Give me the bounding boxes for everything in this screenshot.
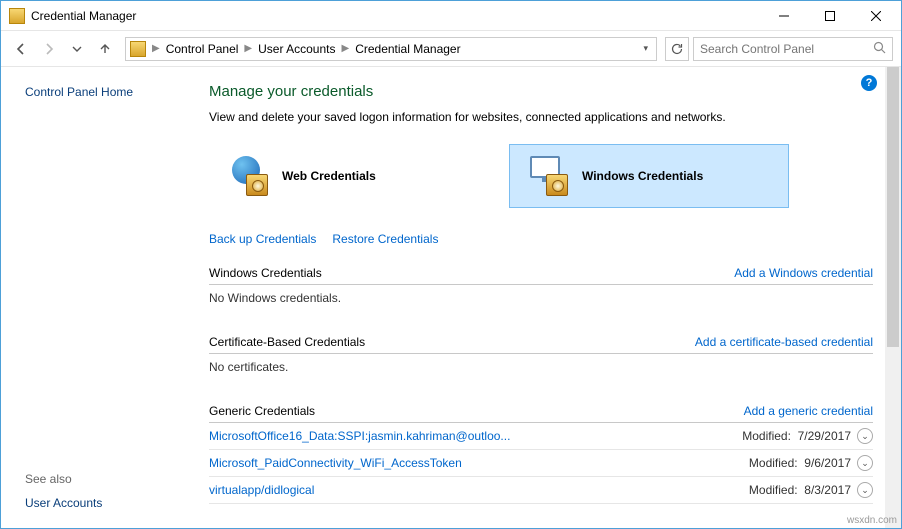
modified-label: Modified: 7/29/2017 bbox=[742, 429, 851, 443]
windows-credentials-tab[interactable]: Windows Credentials bbox=[509, 144, 789, 208]
close-button[interactable] bbox=[853, 1, 899, 31]
add-certificate-credential-link[interactable]: Add a certificate-based credential bbox=[695, 335, 873, 349]
credential-name[interactable]: MicrosoftOffice16_Data:SSPI:jasmin.kahri… bbox=[209, 429, 742, 443]
generic-credentials-section: Generic Credentials Add a generic creden… bbox=[209, 400, 873, 504]
sidebar: Control Panel Home See also User Account… bbox=[1, 67, 201, 528]
credential-row[interactable]: Microsoft_PaidConnectivity_WiFi_AccessTo… bbox=[209, 450, 873, 477]
certificate-credentials-section: Certificate-Based Credentials Add a cert… bbox=[209, 331, 873, 388]
web-credentials-tab[interactable]: Web Credentials bbox=[209, 144, 489, 208]
modified-label: Modified: 9/6/2017 bbox=[749, 456, 851, 470]
section-title: Generic Credentials bbox=[209, 404, 315, 418]
breadcrumb-level1[interactable]: User Accounts bbox=[254, 42, 339, 56]
address-bar[interactable]: ▶ Control Panel ▶ User Accounts ▶ Creden… bbox=[125, 37, 657, 61]
control-panel-icon bbox=[130, 41, 146, 57]
chevron-down-icon[interactable]: ⌄ bbox=[857, 455, 873, 471]
watermark: wsxdn.com bbox=[847, 515, 897, 526]
page-title: Manage your credentials bbox=[209, 83, 873, 100]
windows-credentials-section: Windows Credentials Add a Windows creden… bbox=[209, 262, 873, 319]
web-credentials-label: Web Credentials bbox=[282, 169, 376, 183]
section-title: Windows Credentials bbox=[209, 266, 322, 280]
minimize-button[interactable] bbox=[761, 1, 807, 31]
add-windows-credential-link[interactable]: Add a Windows credential bbox=[734, 266, 873, 280]
user-accounts-link[interactable]: User Accounts bbox=[25, 496, 102, 510]
chevron-down-icon[interactable]: ⌄ bbox=[857, 428, 873, 444]
window-title: Credential Manager bbox=[31, 9, 761, 23]
windows-credentials-icon bbox=[528, 156, 568, 196]
web-credentials-icon bbox=[228, 156, 268, 196]
modified-label: Modified: 8/3/2017 bbox=[749, 483, 851, 497]
breadcrumb-level2[interactable]: Credential Manager bbox=[351, 42, 464, 56]
refresh-button[interactable] bbox=[665, 37, 689, 61]
scrollbar-thumb[interactable] bbox=[887, 67, 899, 347]
nav-bar: ▶ Control Panel ▶ User Accounts ▶ Creden… bbox=[1, 31, 901, 67]
chevron-right-icon[interactable]: ▶ bbox=[150, 43, 162, 54]
title-bar: Credential Manager bbox=[1, 1, 901, 31]
see-also-label: See also bbox=[25, 472, 102, 486]
chevron-right-icon[interactable]: ▶ bbox=[340, 43, 352, 54]
section-empty-text: No Windows credentials. bbox=[209, 285, 873, 319]
search-box[interactable] bbox=[693, 37, 893, 61]
section-empty-text: No certificates. bbox=[209, 354, 873, 388]
restore-credentials-link[interactable]: Restore Credentials bbox=[332, 232, 438, 246]
help-icon[interactable]: ? bbox=[861, 75, 877, 91]
windows-credentials-label: Windows Credentials bbox=[582, 169, 703, 183]
credential-name[interactable]: Microsoft_PaidConnectivity_WiFi_AccessTo… bbox=[209, 456, 749, 470]
up-button[interactable] bbox=[93, 37, 117, 61]
credential-name[interactable]: virtualapp/didlogical bbox=[209, 483, 749, 497]
vertical-scrollbar[interactable] bbox=[885, 67, 901, 528]
chevron-right-icon[interactable]: ▶ bbox=[242, 43, 254, 54]
address-dropdown-icon[interactable]: ▾ bbox=[639, 43, 652, 54]
forward-button[interactable] bbox=[37, 37, 61, 61]
maximize-button[interactable] bbox=[807, 1, 853, 31]
app-icon bbox=[9, 8, 25, 24]
backup-credentials-link[interactable]: Back up Credentials bbox=[209, 232, 316, 246]
search-icon[interactable] bbox=[873, 41, 886, 57]
control-panel-home-link[interactable]: Control Panel Home bbox=[25, 85, 189, 99]
chevron-down-icon[interactable]: ⌄ bbox=[857, 482, 873, 498]
add-generic-credential-link[interactable]: Add a generic credential bbox=[744, 404, 873, 418]
page-description: View and delete your saved logon informa… bbox=[209, 110, 873, 124]
main-content: Manage your credentials View and delete … bbox=[201, 67, 901, 528]
recent-locations-button[interactable] bbox=[65, 37, 89, 61]
credential-row[interactable]: virtualapp/didlogicalModified: 8/3/2017 ⌄ bbox=[209, 477, 873, 504]
section-title: Certificate-Based Credentials bbox=[209, 335, 365, 349]
credential-row[interactable]: MicrosoftOffice16_Data:SSPI:jasmin.kahri… bbox=[209, 423, 873, 450]
breadcrumb-root[interactable]: Control Panel bbox=[162, 42, 243, 56]
back-button[interactable] bbox=[9, 37, 33, 61]
search-input[interactable] bbox=[700, 42, 873, 56]
